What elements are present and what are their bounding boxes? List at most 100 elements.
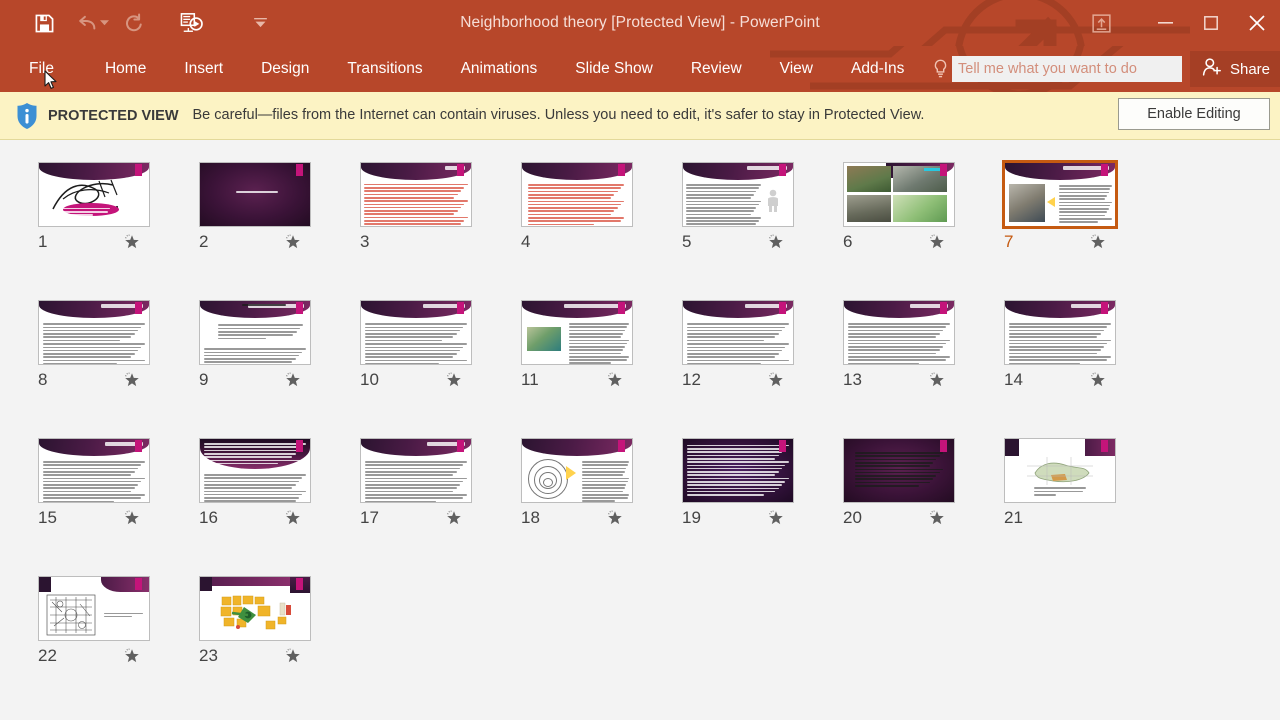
slide-thumbnail-6[interactable]: 6 <box>829 158 990 296</box>
undo-dropdown-icon[interactable] <box>96 5 112 41</box>
slide-thumbnail-7[interactable]: 7 <box>990 158 1151 296</box>
tab-animations[interactable]: Animations <box>447 46 552 92</box>
animation-star-icon[interactable] <box>929 234 945 250</box>
slide-thumbnail-5[interactable]: 5 <box>668 158 829 296</box>
tab-view[interactable]: View <box>766 46 827 92</box>
slide-preview <box>200 301 310 364</box>
tell-me-input[interactable] <box>952 56 1182 82</box>
animation-star-icon[interactable] <box>768 510 784 526</box>
slide-thumbnail-frame[interactable] <box>38 576 150 641</box>
minimize-button[interactable] <box>1142 0 1188 46</box>
restore-button[interactable] <box>1188 0 1234 46</box>
slide-thumbnail-frame[interactable] <box>38 300 150 365</box>
save-icon[interactable] <box>22 5 66 41</box>
slide-thumbnail-3[interactable]: 3 <box>346 158 507 296</box>
slide-thumbnail-21[interactable]: 21 <box>990 434 1151 572</box>
slide-thumbnail-23[interactable]: 23 <box>185 572 346 710</box>
slide-thumbnail-frame[interactable] <box>1002 160 1118 229</box>
tab-insert[interactable]: Insert <box>170 46 237 92</box>
slide-thumbnail-9[interactable]: 9 <box>185 296 346 434</box>
share-button[interactable]: Share <box>1189 51 1280 87</box>
slide-header-band <box>522 163 632 180</box>
animation-star-icon[interactable] <box>124 510 140 526</box>
animation-star-icon <box>769 510 783 525</box>
slide-thumbnail-frame[interactable] <box>682 162 794 227</box>
slide-thumbnail-frame[interactable] <box>521 438 633 503</box>
slide-thumbnail-frame[interactable] <box>199 162 311 227</box>
animation-star-icon[interactable] <box>446 372 462 388</box>
slide-thumbnail-frame[interactable] <box>682 438 794 503</box>
tab-design[interactable]: Design <box>247 46 323 92</box>
slide-thumbnail-19[interactable]: 19 <box>668 434 829 572</box>
tab-home[interactable]: Home <box>91 46 160 92</box>
animation-star-icon[interactable] <box>929 372 945 388</box>
animation-star-icon[interactable] <box>446 510 462 526</box>
slide-thumbnail-frame[interactable] <box>1004 300 1116 365</box>
slide-thumbnail-15[interactable]: 15 <box>24 434 185 572</box>
slide-thumbnail-18[interactable]: 18 <box>507 434 668 572</box>
tab-file[interactable]: File <box>0 46 69 92</box>
slide-number: 3 <box>360 232 370 251</box>
animation-star-icon <box>1091 234 1105 249</box>
customize-qat-icon[interactable] <box>238 5 282 41</box>
animation-star-icon[interactable] <box>285 510 301 526</box>
slide-thumbnail-frame[interactable] <box>199 438 311 503</box>
slide-thumbnail-12[interactable]: 12 <box>668 296 829 434</box>
enable-editing-button[interactable]: Enable Editing <box>1118 98 1270 130</box>
slide-thumbnail-frame[interactable] <box>38 438 150 503</box>
animation-star-icon[interactable] <box>607 510 623 526</box>
ribbon-display-options-icon[interactable] <box>1074 0 1128 46</box>
slide-thumbnail-frame[interactable] <box>843 162 955 227</box>
slide-tag-icon <box>940 302 947 314</box>
slide-thumbnail-10[interactable]: 10 <box>346 296 507 434</box>
slide-thumbnail-frame[interactable] <box>521 162 633 227</box>
animation-star-icon[interactable] <box>285 648 301 664</box>
redo-icon[interactable] <box>112 5 156 41</box>
slide-thumbnail-frame[interactable] <box>360 438 472 503</box>
slide-number: 10 <box>360 370 379 389</box>
animation-star-icon[interactable] <box>124 372 140 388</box>
animation-star-icon[interactable] <box>1090 234 1106 250</box>
tab-review[interactable]: Review <box>677 46 756 92</box>
slide-thumbnail-20[interactable]: 20 <box>829 434 990 572</box>
slide-thumbnail-16[interactable]: 16 <box>185 434 346 572</box>
slide-thumbnail-frame[interactable] <box>682 300 794 365</box>
slide-tag-icon <box>457 440 464 452</box>
slide-thumbnail-4[interactable]: 4 <box>507 158 668 296</box>
slide-thumbnail-frame[interactable] <box>521 300 633 365</box>
slide-thumbnail-11[interactable]: 11 <box>507 296 668 434</box>
slide-thumbnail-2[interactable]: 2 <box>185 158 346 296</box>
animation-star-icon[interactable] <box>768 372 784 388</box>
animation-star-icon[interactable] <box>1090 372 1106 388</box>
tab-transitions[interactable]: Transitions <box>333 46 436 92</box>
slide-thumbnail-frame[interactable] <box>843 300 955 365</box>
slide-thumbnail-1[interactable]: 1 <box>24 158 185 296</box>
slide-thumbnail-frame[interactable] <box>843 438 955 503</box>
close-button[interactable] <box>1234 0 1280 46</box>
tab-add-ins[interactable]: Add-Ins <box>837 46 918 92</box>
animation-star-icon[interactable] <box>124 234 140 250</box>
slide-thumbnail-frame[interactable] <box>199 576 311 641</box>
slide-number: 19 <box>682 508 701 527</box>
slide-thumbnail-17[interactable]: 17 <box>346 434 507 572</box>
animation-star-icon[interactable] <box>929 510 945 526</box>
slide-thumbnail-frame[interactable] <box>360 300 472 365</box>
slide-thumbnail-frame[interactable] <box>199 300 311 365</box>
tell-me-area <box>928 46 1182 92</box>
slide-thumbnail-frame[interactable] <box>360 162 472 227</box>
slide-preview <box>200 577 310 640</box>
animation-star-icon[interactable] <box>607 372 623 388</box>
slide-thumbnail-13[interactable]: 13 <box>829 296 990 434</box>
animation-star-icon[interactable] <box>124 648 140 664</box>
animation-star-icon[interactable] <box>768 234 784 250</box>
title-bar: Neighborhood theory [Protected View] - P… <box>0 0 1280 46</box>
animation-star-icon[interactable] <box>285 234 301 250</box>
start-slideshow-icon[interactable] <box>170 5 214 41</box>
tab-slide-show[interactable]: Slide Show <box>561 46 667 92</box>
slide-thumbnail-8[interactable]: 8 <box>24 296 185 434</box>
slide-thumbnail-14[interactable]: 14 <box>990 296 1151 434</box>
slide-thumbnail-22[interactable]: 22 <box>24 572 185 710</box>
animation-star-icon[interactable] <box>285 372 301 388</box>
slide-thumbnail-frame[interactable] <box>38 162 150 227</box>
slide-thumbnail-frame[interactable] <box>1004 438 1116 503</box>
